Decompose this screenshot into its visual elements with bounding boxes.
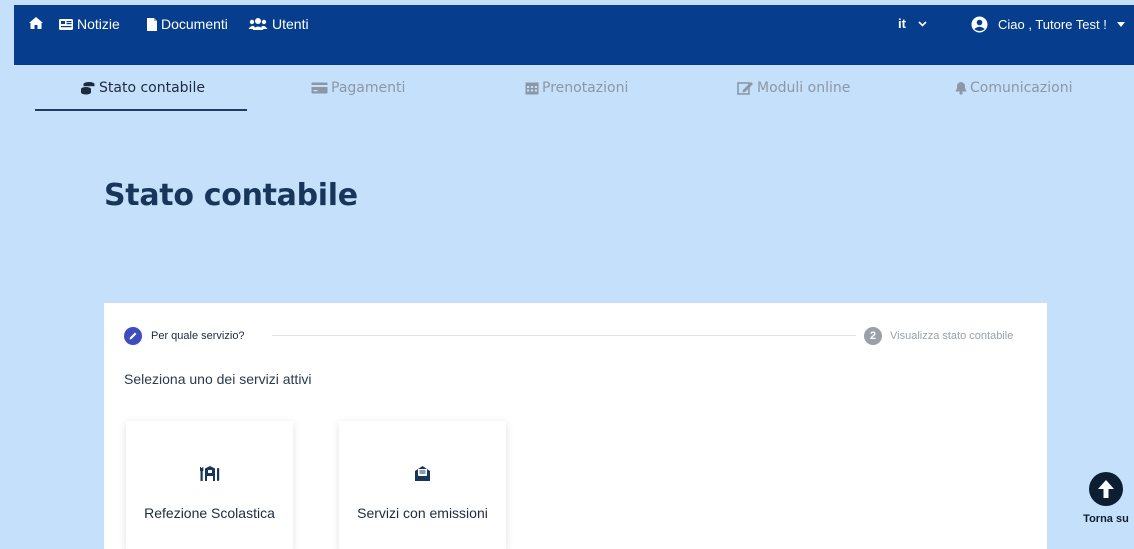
newspaper-icon	[59, 18, 73, 30]
coins-icon	[81, 82, 95, 95]
step-1: Per quale servizio?	[124, 327, 245, 345]
edit-icon	[737, 82, 753, 95]
arrow-up-icon	[1089, 472, 1123, 506]
tab-prenotazioni[interactable]: Prenotazioni	[525, 80, 628, 96]
nav-documenti-label: Documenti	[161, 16, 228, 32]
tab-moduli-online[interactable]: Moduli online	[737, 80, 850, 96]
back-to-top-label: Torna su	[1083, 513, 1129, 525]
service-label: Refezione Scolastica	[144, 505, 275, 521]
service-servizi-con-emissioni[interactable]: Servizi con emissioni	[339, 421, 506, 549]
tab-pagamenti-label: Pagamenti	[331, 80, 406, 96]
nav-utenti[interactable]: Utenti	[248, 16, 309, 32]
step-1-label: Per quale servizio?	[151, 330, 245, 342]
nav-notizie[interactable]: Notizie	[58, 16, 120, 32]
language-select[interactable]: it	[898, 16, 927, 31]
language-value: it	[898, 16, 906, 31]
tab-moduli-online-label: Moduli online	[757, 80, 851, 96]
service-selection-card: Per quale servizio? 2 Visualizza stato c…	[104, 303, 1047, 549]
restaurant-icon	[199, 463, 220, 483]
user-greeting: Ciao , Tutore Test !	[998, 17, 1107, 32]
tab-stato-contabile[interactable]: Stato contabile	[80, 80, 205, 96]
step-1-badge	[124, 327, 142, 345]
envelope-open-icon	[414, 463, 431, 483]
home-link[interactable]	[28, 16, 44, 30]
tab-prenotazioni-label: Prenotazioni	[542, 80, 629, 96]
credit-card-icon	[311, 82, 328, 94]
users-icon	[248, 18, 268, 30]
step-2-label: Visualizza stato contabile	[890, 330, 1014, 342]
nav-utenti-label: Utenti	[272, 16, 309, 32]
user-menu[interactable]: Ciao , Tutore Test !	[971, 16, 1125, 33]
back-to-top-button[interactable]: Torna su	[1078, 472, 1134, 525]
tab-pagamenti[interactable]: Pagamenti	[311, 80, 405, 96]
page-title: Stato contabile	[104, 178, 358, 213]
top-navbar: Notizie Documenti Utenti it Ciao , Tutor…	[14, 5, 1134, 65]
section-tabs: Stato contabile Pagamenti Prenotazioni M…	[0, 72, 1134, 112]
tab-stato-contabile-label: Stato contabile	[99, 80, 205, 96]
user-circle-icon	[971, 16, 988, 33]
step-2-badge: 2	[864, 327, 882, 345]
pencil-icon	[129, 332, 137, 340]
bell-icon	[955, 82, 967, 95]
home-icon	[29, 17, 43, 29]
tab-comunicazioni[interactable]: Comunicazioni	[955, 80, 1072, 96]
nav-notizie-label: Notizie	[77, 16, 120, 32]
chevron-down-icon	[918, 20, 927, 27]
calendar-icon	[525, 82, 539, 95]
active-tab-indicator	[35, 109, 247, 111]
nav-documenti[interactable]: Documenti	[146, 16, 228, 32]
tab-comunicazioni-label: Comunicazioni	[970, 80, 1073, 96]
caret-down-icon	[1116, 22, 1125, 27]
service-refezione-scolastica[interactable]: Refezione Scolastica	[126, 421, 293, 549]
service-label: Servizi con emissioni	[357, 505, 488, 521]
document-icon	[147, 17, 157, 31]
card-subtitle: Seleziona uno dei servizi attivi	[124, 371, 312, 387]
step-2: 2 Visualizza stato contabile	[864, 327, 1013, 345]
stepper-line	[272, 335, 856, 336]
